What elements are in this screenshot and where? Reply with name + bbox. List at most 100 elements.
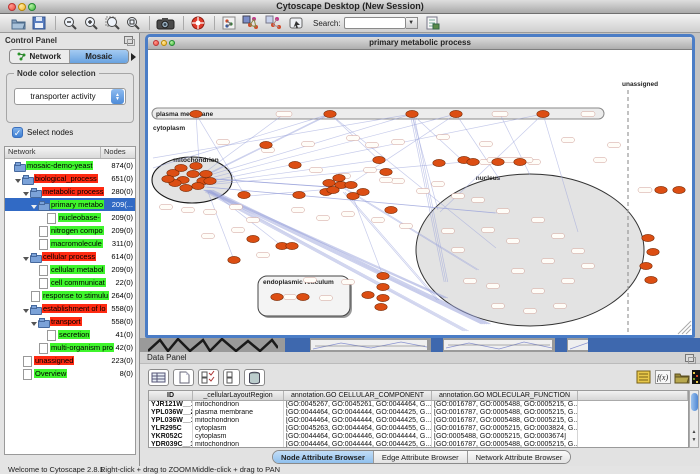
search-input[interactable] xyxy=(344,17,406,29)
region-plasma-membrane[interactable] xyxy=(152,108,604,119)
network-node[interactable] xyxy=(333,174,345,181)
network-edge[interactable] xyxy=(500,114,530,175)
tab-mosaic[interactable]: Mosaic xyxy=(70,50,129,63)
help-icon[interactable] xyxy=(190,15,207,31)
network-node[interactable] xyxy=(187,170,199,177)
tree-row[interactable]: transport558(0) xyxy=(5,315,135,328)
attribute-matrix-icon[interactable] xyxy=(692,370,700,384)
scroll-up-icon[interactable]: ▲ xyxy=(690,429,698,436)
tab-node-attribute-browser[interactable]: Node Attribute Browser xyxy=(273,451,374,463)
network-snapshot-icon[interactable] xyxy=(156,15,176,31)
dropdown-stepper-icon[interactable]: ▲▼ xyxy=(111,89,124,104)
network-node[interactable] xyxy=(162,175,174,182)
network-node[interactable] xyxy=(347,192,359,199)
network-node[interactable] xyxy=(260,141,272,148)
tree-row[interactable]: cell communicat22(0) xyxy=(5,276,135,289)
search-dropdown-arrow-icon[interactable]: ▼ xyxy=(406,17,418,29)
network-node[interactable] xyxy=(247,235,259,242)
background-window[interactable] xyxy=(555,338,567,352)
network-node[interactable] xyxy=(293,191,305,198)
unselect-attributes-icon[interactable] xyxy=(223,369,240,386)
network-view-window[interactable]: primary metabolic process plasma membran… xyxy=(145,34,695,338)
network-node[interactable] xyxy=(345,181,357,188)
background-window[interactable] xyxy=(443,339,553,351)
float-panel-icon[interactable] xyxy=(124,36,133,44)
import-attributes-icon[interactable] xyxy=(674,370,690,384)
network-node[interactable] xyxy=(647,248,659,255)
tab-overflow-arrow-icon[interactable] xyxy=(131,53,136,61)
network-node[interactable] xyxy=(673,186,685,193)
network-edge[interactable] xyxy=(153,114,330,168)
attribute-list-icon[interactable] xyxy=(636,370,652,384)
tree-row[interactable]: metabolic process280(0) xyxy=(5,185,135,198)
select-attributes-icon[interactable] xyxy=(198,369,219,386)
network-node[interactable] xyxy=(289,161,301,168)
network-node[interactable] xyxy=(537,110,549,117)
window-resize-grip[interactable] xyxy=(682,325,691,334)
network-node[interactable] xyxy=(175,164,187,171)
network-node[interactable] xyxy=(228,256,240,263)
network-node[interactable] xyxy=(327,186,339,193)
table-row[interactable]: YJR121W__1mitochondrion[GO:0045267, GO:0… xyxy=(149,401,688,409)
network-node[interactable] xyxy=(377,294,389,301)
network-node[interactable] xyxy=(375,303,387,310)
network-node[interactable] xyxy=(373,156,385,163)
select-nodes-checkbox[interactable]: ✓ xyxy=(12,127,23,138)
plugin-manager-icon[interactable] xyxy=(424,15,441,31)
network-node[interactable] xyxy=(204,177,216,184)
vizmapper-icon[interactable] xyxy=(288,15,305,31)
network-node[interactable] xyxy=(200,170,212,177)
network-node[interactable] xyxy=(190,110,202,117)
scroll-down-icon[interactable]: ▼ xyxy=(690,437,698,444)
formula-builder-icon[interactable]: f(x) xyxy=(655,370,671,384)
network-node[interactable] xyxy=(492,158,504,165)
network-node[interactable] xyxy=(190,162,202,169)
network-node[interactable] xyxy=(271,293,283,300)
tree-row[interactable]: Overview8(0) xyxy=(5,367,135,380)
network-node[interactable] xyxy=(323,179,335,186)
network-node[interactable] xyxy=(385,206,397,213)
float-panel-icon[interactable] xyxy=(685,354,694,362)
tree-row[interactable]: cellular process614(0) xyxy=(5,250,135,263)
zoom-to-fit-icon[interactable] xyxy=(125,15,142,31)
network-edge[interactable] xyxy=(153,114,412,158)
background-window[interactable] xyxy=(431,338,443,352)
column-header[interactable]: annotation.GO CELLULAR_COMPONENT xyxy=(284,391,432,400)
background-window[interactable] xyxy=(310,339,428,351)
network-node[interactable] xyxy=(645,276,657,283)
tree-row[interactable]: nucleobase-209(0) xyxy=(5,211,135,224)
network-node[interactable] xyxy=(238,191,250,198)
network-graph[interactable]: plasma membranecytoplasmmitochondrionnuc… xyxy=(148,50,692,335)
column-header[interactable]: _cellularLayoutRegion xyxy=(193,391,284,400)
save-session-icon[interactable] xyxy=(31,15,48,31)
tree-row[interactable]: primary metabo209(... xyxy=(5,198,135,211)
tree-row[interactable]: multi-organism pro42(0) xyxy=(5,341,135,354)
destroy-view-icon[interactable] xyxy=(265,15,284,31)
network-node[interactable] xyxy=(377,272,389,279)
network-node[interactable] xyxy=(377,283,389,290)
tree-row[interactable]: mosaic-demo-yeast874(0) xyxy=(5,159,135,172)
delete-attribute-icon[interactable] xyxy=(244,369,265,386)
network-node[interactable] xyxy=(467,158,479,165)
zoom-selected-region-icon[interactable] xyxy=(104,15,121,31)
network-node[interactable] xyxy=(433,159,445,166)
tab-network-attribute-browser[interactable]: Network Attribute Browser xyxy=(468,451,571,463)
tab-edge-attribute-browser[interactable]: Edge Attribute Browser xyxy=(374,451,468,463)
tree-row[interactable]: cellular metabol209(0) xyxy=(5,263,135,276)
network-node[interactable] xyxy=(297,293,309,300)
network-node[interactable] xyxy=(406,110,418,117)
network-node[interactable] xyxy=(655,186,667,193)
column-header[interactable]: annotation.GO MOLECULAR_FUNCTION xyxy=(432,391,578,400)
table-row[interactable]: YPL036W__2plasma membrane[GO:0044464, GO… xyxy=(149,409,688,417)
tab-network[interactable]: Network xyxy=(10,50,70,63)
zoom-in-icon[interactable] xyxy=(83,15,100,31)
table-row[interactable]: YPL036W__1mitochondrion[GO:0044464, GO:0… xyxy=(149,417,688,425)
background-window[interactable] xyxy=(285,338,310,352)
table-scrollbar[interactable]: ▲ ▼ xyxy=(689,390,699,448)
network-node[interactable] xyxy=(362,291,374,298)
zoom-out-icon[interactable] xyxy=(62,15,79,31)
column-header[interactable]: ID xyxy=(149,391,193,400)
network-node[interactable] xyxy=(324,110,336,117)
network-canvas[interactable]: plasma membranecytoplasmmitochondrionnuc… xyxy=(148,50,692,335)
tree-row[interactable]: unassigned223(0) xyxy=(5,354,135,367)
